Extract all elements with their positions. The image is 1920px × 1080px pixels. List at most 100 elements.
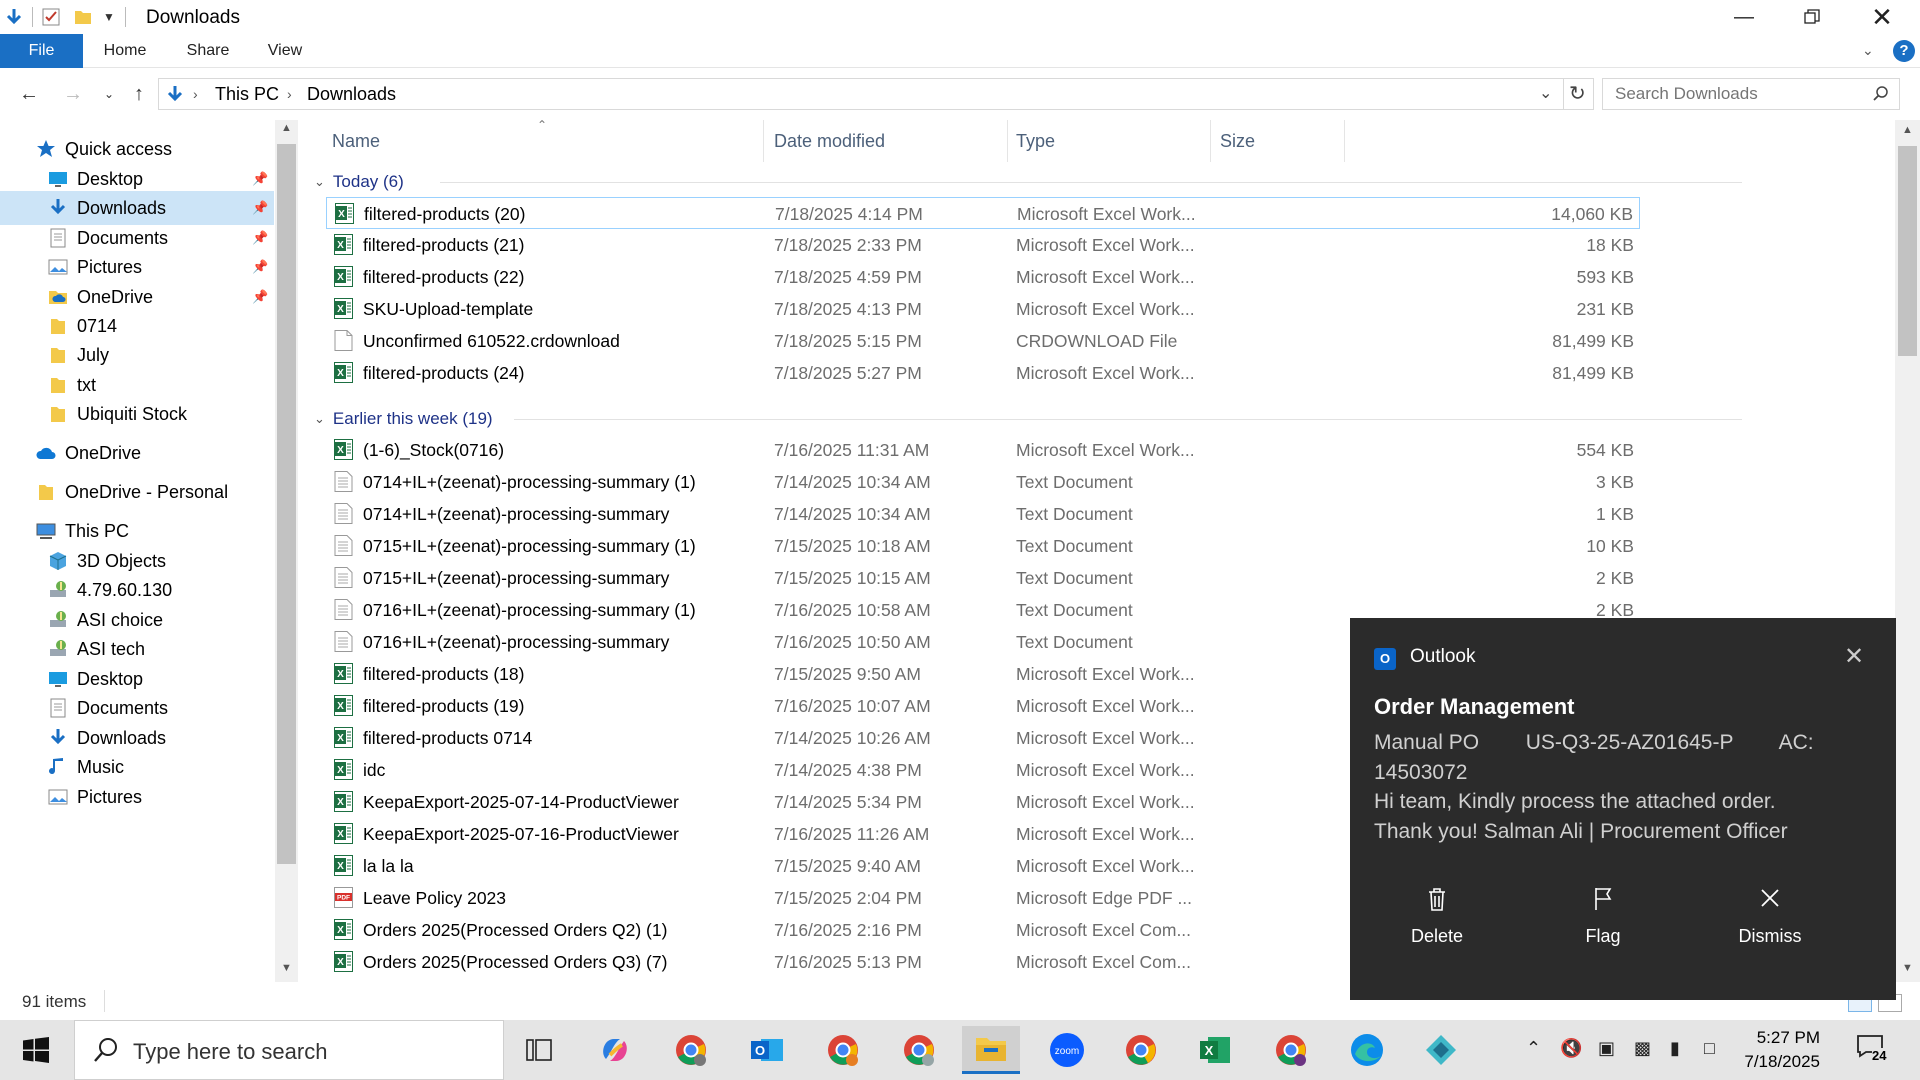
scroll-up-icon[interactable]: ▲ [281, 122, 292, 134]
breadcrumb-downloads[interactable]: Downloads [307, 84, 396, 105]
battery-icon[interactable]: ▮ [1670, 1038, 1680, 1059]
file-row[interactable]: X SKU-Upload-template 7/18/2025 4:13 PM Mic… [326, 293, 1640, 325]
taskbar-chrome-profile-2[interactable] [814, 1026, 872, 1074]
group-header[interactable]: ⌄ Today (6) [314, 168, 404, 196]
scroll-down-icon[interactable]: ▼ [281, 962, 292, 974]
customize-toolbar-chevron-icon[interactable]: ▼ [103, 10, 115, 24]
system-clock[interactable]: 5:27 PM 7/18/2025 [1720, 1026, 1820, 1074]
sidebar-item-music[interactable]: Music [0, 750, 274, 784]
minimize-button[interactable]: — [1714, 0, 1774, 34]
file-size: 10 KB [1586, 536, 1634, 556]
address-history-chevron-icon[interactable]: ⌄ [1539, 83, 1552, 103]
file-row[interactable]: Xfiltered-products (21) 7/18/2025 2:33 PM… [326, 229, 1640, 261]
tab-view[interactable]: View [258, 34, 312, 68]
dismiss-button[interactable]: Dismiss [1710, 886, 1830, 947]
tab-home[interactable]: Home [95, 34, 155, 68]
sidebar-item-this-pc[interactable]: This PC [0, 514, 274, 548]
search-input[interactable] [1615, 83, 1865, 105]
refresh-icon[interactable]: ↻ [1569, 81, 1586, 106]
file-row[interactable]: Xfiltered-products (20) 7/18/2025 4:14 PM… [326, 197, 1640, 229]
group-header[interactable]: ⌄ Earlier this week (19) [314, 405, 493, 433]
file-row[interactable]: Xfiltered-products (24) 7/18/2025 5:27 PM… [326, 357, 1640, 389]
taskbar-copilot[interactable] [586, 1026, 644, 1074]
forward-button[interactable]: → [58, 80, 88, 108]
taskbar-outlook[interactable]: O [738, 1026, 796, 1074]
taskbar-chrome[interactable] [1112, 1026, 1170, 1074]
sidebar-item-pictures[interactable]: Pictures [0, 780, 274, 814]
svg-text:zoom: zoom [1055, 1046, 1079, 1057]
recent-locations-button[interactable]: ⌄ [94, 80, 124, 108]
outlook-notification[interactable]: O Outlook ✕ Order Management Manual PO U… [1350, 618, 1896, 1000]
file-date: 7/16/2025 2:16 PM [774, 920, 922, 940]
scrollbar-thumb[interactable] [277, 144, 296, 864]
breadcrumb-this-pc[interactable]: This PC [215, 84, 279, 105]
file-row[interactable]: Xfiltered-products (22) 7/18/2025 4:59 PM… [326, 261, 1640, 293]
scroll-up-icon[interactable]: ▲ [1902, 124, 1913, 136]
navigation-pane-scrollbar[interactable]: ▲ ▼ [275, 120, 298, 982]
volume-muted-icon[interactable]: 🔇 [1560, 1038, 1582, 1059]
column-header-size[interactable]: Size [1220, 120, 1255, 162]
file-row[interactable]: 0714+IL+(zeenat)-processing-summary 7/14/… [326, 498, 1640, 530]
pin-icon: 📌 [252, 289, 269, 304]
taskbar-search-box[interactable]: Type here to search [74, 1020, 504, 1080]
task-view-button[interactable] [510, 1026, 568, 1074]
sidebar-item-documents[interactable]: Documents [0, 691, 274, 725]
notification-center-button[interactable]: 24 [1856, 1034, 1892, 1066]
sidebar-item-onedrive[interactable]: OneDrive [0, 436, 274, 470]
column-header-date[interactable]: Date modified [774, 120, 885, 162]
restore-button[interactable] [1782, 0, 1842, 34]
copilot-icon [603, 1039, 627, 1061]
taskbar-chrome-profile-3[interactable] [890, 1026, 948, 1074]
up-button[interactable]: ↑ [124, 80, 154, 108]
meet-now-icon[interactable]: ▣ [1598, 1038, 1615, 1059]
file-row[interactable]: 0715+IL+(zeenat)-processing-summary (1) 7… [326, 530, 1640, 562]
file-row[interactable]: 0714+IL+(zeenat)-processing-summary (1) 7… [326, 466, 1640, 498]
search-icon[interactable] [1873, 86, 1889, 102]
forward-arrow-icon: → [63, 82, 83, 105]
sidebar-item-ubiquiti-stock[interactable]: Ubiquiti Stock [0, 397, 274, 431]
network-icon[interactable]: □ [1704, 1038, 1715, 1059]
sidebar-item-downloads[interactable]: Downloads 📌 [0, 191, 274, 225]
search-box[interactable] [1602, 78, 1900, 110]
tab-share[interactable]: Share [178, 34, 238, 68]
sidebar-item-asi-tech[interactable]: ASI tech [0, 632, 274, 666]
help-icon[interactable]: ? [1893, 40, 1915, 62]
taskbar-chrome-profile-1[interactable] [662, 1026, 720, 1074]
address-bar[interactable]: › This PC › Downloads ⌄ ↻ [158, 78, 1594, 110]
scroll-down-icon[interactable]: ▼ [1902, 962, 1913, 974]
taskbar-chrome-profile-4[interactable] [1262, 1026, 1320, 1074]
taskbar-excel[interactable]: X [1186, 1026, 1244, 1074]
back-button[interactable]: ← [14, 80, 44, 108]
file-date: 7/16/2025 10:07 AM [774, 696, 931, 716]
file-row[interactable]: 0715+IL+(zeenat)-processing-summary 7/15/… [326, 562, 1640, 594]
column-header-name[interactable]: Name [332, 120, 380, 162]
quick-access-toolbar: ▼ [4, 6, 126, 28]
scrollbar-thumb[interactable] [1898, 146, 1917, 356]
pictures-icon [48, 257, 68, 277]
expand-ribbon-icon[interactable]: ⌄ [1862, 42, 1874, 59]
file-row[interactable]: X (1-6)_Stock(0716) 7/16/2025 11:31 AM Micr… [326, 434, 1640, 466]
display-warning-icon[interactable]: ▩ [1634, 1038, 1651, 1059]
sidebar-item-pictures[interactable]: Pictures 📌 [0, 250, 274, 284]
file-row[interactable]: Unconfirmed 610522.crdownload 7/18/2025 5… [326, 325, 1640, 357]
close-window-button[interactable]: ✕ [1852, 0, 1912, 34]
show-hidden-icons-button[interactable]: ⌃ [1526, 1038, 1541, 1059]
tab-file[interactable]: File [0, 34, 83, 68]
sidebar-item-quick-access[interactable]: Quick access [0, 132, 274, 166]
new-folder-icon[interactable] [73, 7, 93, 27]
sidebar-item-4-79-60-130[interactable]: 4.79.60.130 [0, 573, 274, 607]
taskbar-zoom[interactable]: zoom [1038, 1026, 1096, 1074]
column-header-type[interactable]: Type [1016, 120, 1055, 162]
file-list-scrollbar[interactable]: ▲ ▼ [1895, 120, 1920, 982]
taskbar-edge[interactable] [1338, 1026, 1396, 1074]
taskbar-app-diamond[interactable] [1412, 1026, 1470, 1074]
sidebar-item-july[interactable]: July [0, 338, 274, 372]
delete-button[interactable]: Delete [1377, 886, 1497, 947]
properties-icon[interactable] [41, 7, 61, 27]
notification-close-button[interactable]: ✕ [1844, 642, 1864, 671]
taskbar-file-explorer[interactable] [962, 1026, 1020, 1074]
sidebar-item-onedrive-personal[interactable]: OneDrive - Personal [0, 475, 274, 509]
start-button[interactable] [0, 1020, 72, 1080]
flag-button[interactable]: Flag [1543, 886, 1663, 947]
download-arrow-icon[interactable] [4, 7, 24, 27]
